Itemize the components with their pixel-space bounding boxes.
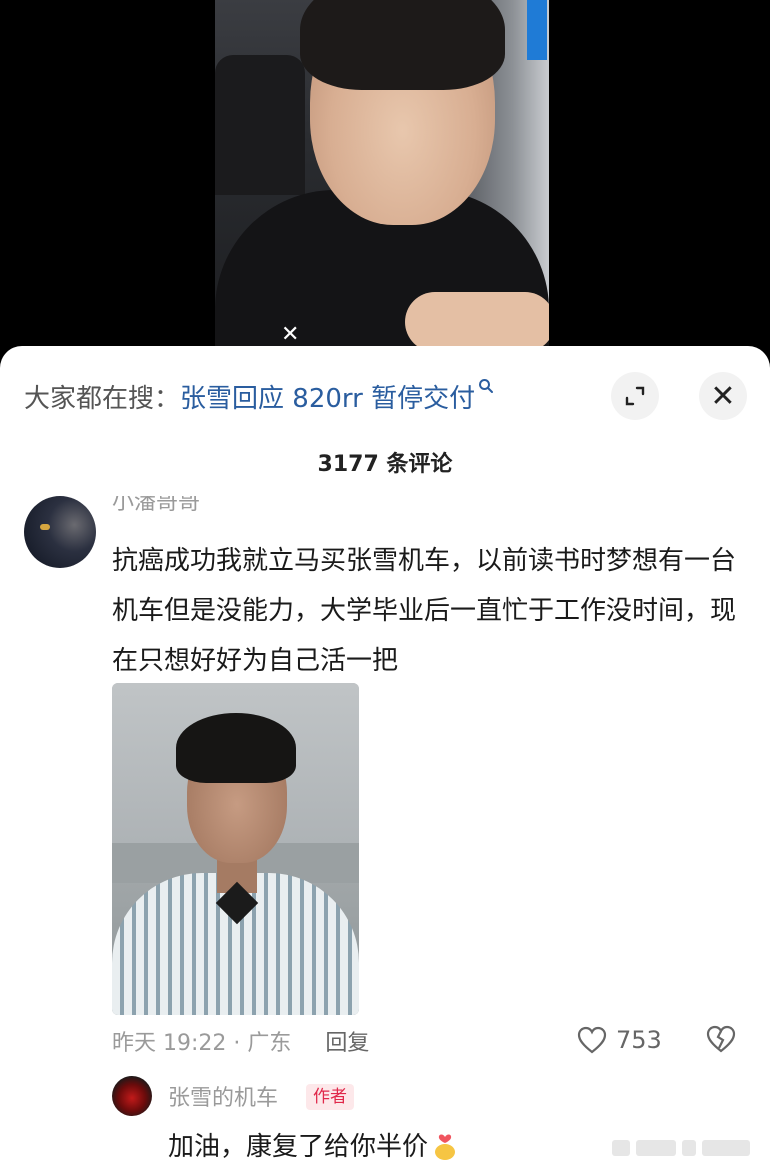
shirt-logo-icon: ✕ — [281, 322, 300, 347]
close-icon: ✕ — [710, 378, 736, 414]
commenter-avatar[interactable] — [24, 496, 96, 568]
search-suggestion[interactable]: 大家都在搜： 张雪回应 820rr 暂停交付 — [24, 376, 494, 416]
like-button[interactable]: 753 — [576, 1022, 662, 1058]
comment-text: 抗癌成功我就立马买张雪机车，以前读书时梦想有一台机车但是没能力，大学毕业后一直忙… — [112, 546, 737, 676]
expand-button[interactable] — [611, 372, 659, 420]
video-chair — [215, 55, 305, 195]
comment-image[interactable] — [112, 683, 359, 1015]
expand-icon — [625, 386, 645, 406]
video-person-hands — [405, 292, 549, 352]
reply-text: 加油，康复了给你半价 — [168, 1126, 458, 1163]
watermark-icon — [612, 1140, 750, 1156]
heart-hands-emoji-icon — [435, 1134, 456, 1160]
comment-count: 3177 条评论 — [317, 452, 453, 477]
author-badge: 作者 — [306, 1084, 354, 1110]
video-area[interactable]: ✕ — [0, 0, 770, 360]
like-count: 753 — [616, 1026, 662, 1054]
search-icon — [478, 378, 494, 399]
search-term-link[interactable]: 张雪回应 820rr 暂停交付 — [180, 378, 475, 415]
comment-meta: 昨天 19:22 · 广东 回复 — [112, 1024, 369, 1058]
commenter-username[interactable]: 小潘哥哥 — [112, 496, 200, 518]
video-frame: ✕ — [215, 0, 549, 360]
author-username[interactable]: 张雪的机车 — [168, 1080, 278, 1112]
video-background-object — [527, 0, 547, 60]
reply-button[interactable]: 回复 — [325, 1025, 369, 1057]
broken-heart-icon[interactable] — [705, 1024, 737, 1054]
search-prefix: 大家都在搜： — [24, 383, 181, 414]
heart-icon — [577, 1026, 607, 1054]
video-person-hair — [300, 0, 505, 90]
close-button[interactable]: ✕ — [699, 372, 747, 420]
comment-time-location: 昨天 19:22 · 广东 — [112, 1031, 292, 1056]
comments-sheet: 大家都在搜： 张雪回应 820rr 暂停交付 ✕ 3177 条评论 小潘哥哥 抗… — [0, 346, 770, 1170]
author-avatar[interactable] — [112, 1076, 152, 1116]
